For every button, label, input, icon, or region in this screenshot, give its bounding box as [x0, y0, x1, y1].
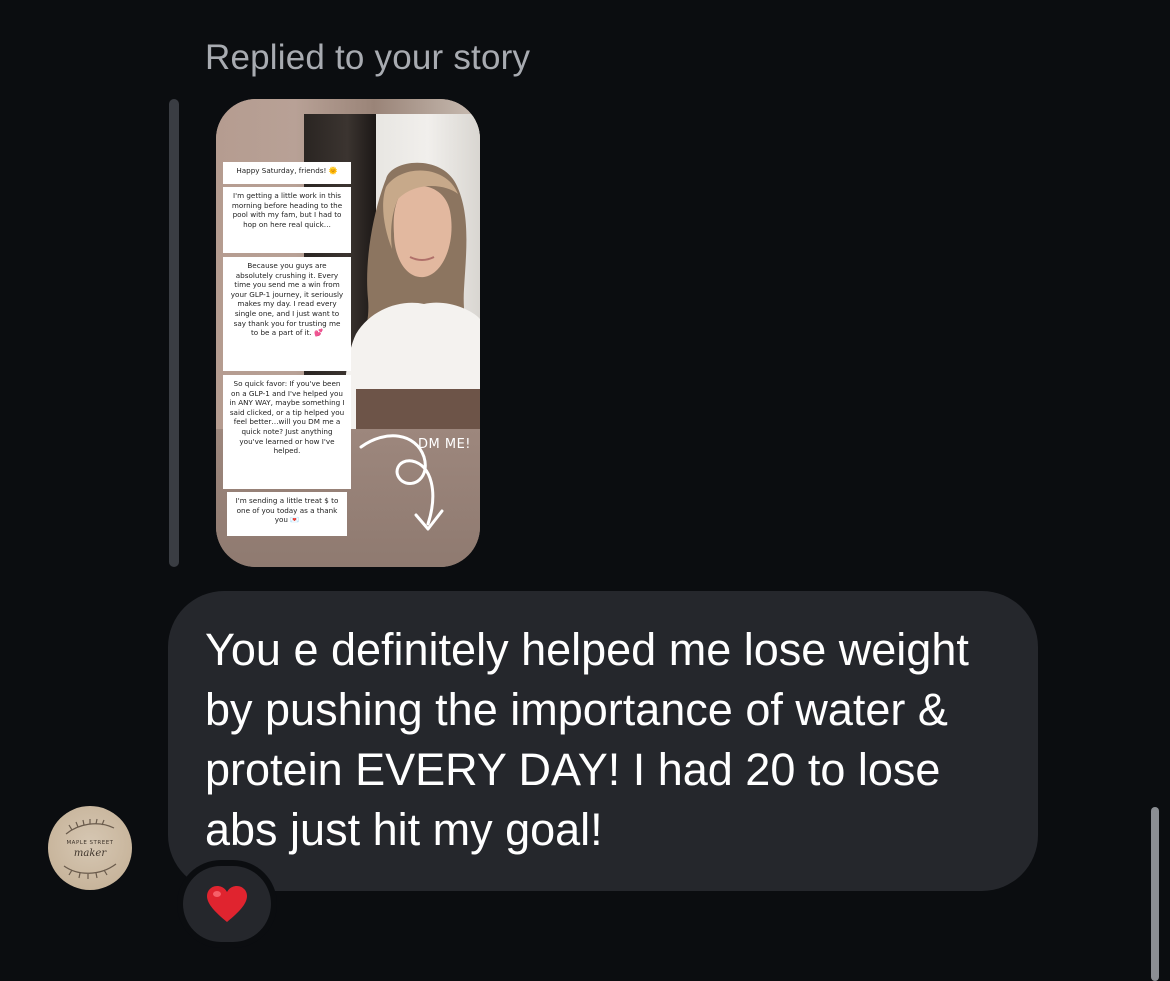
avatar-logo-script: maker: [73, 848, 107, 859]
heart-icon: [207, 886, 247, 922]
story-person-photo: [346, 162, 480, 429]
avatar[interactable]: MAPLE STREET maker: [48, 806, 132, 890]
scrollbar[interactable]: [1151, 807, 1159, 981]
message-text: You e definitely helped me lose weight b…: [205, 624, 969, 855]
story-text-treat: I'm sending a little treat $ to one of y…: [227, 492, 347, 536]
story-thumbnail[interactable]: Happy Saturday, friends! 🌞 I'm getting a…: [216, 99, 480, 567]
story-text-thanks: Because you guys are absolutely crushing…: [223, 257, 351, 371]
curly-arrow-icon: [359, 434, 444, 531]
story-text-greeting: Happy Saturday, friends! 🌞: [223, 162, 351, 184]
replied-to-story-label: Replied to your story: [205, 38, 531, 77]
reaction-badge[interactable]: [183, 866, 271, 942]
avatar-logo-top: MAPLE STREET: [66, 840, 114, 846]
reply-indicator-bar: [169, 99, 179, 567]
story-text-intro: I'm getting a little work in this mornin…: [223, 187, 351, 253]
story-text-favor: So quick favor: If you've been on a GLP-…: [223, 375, 351, 489]
